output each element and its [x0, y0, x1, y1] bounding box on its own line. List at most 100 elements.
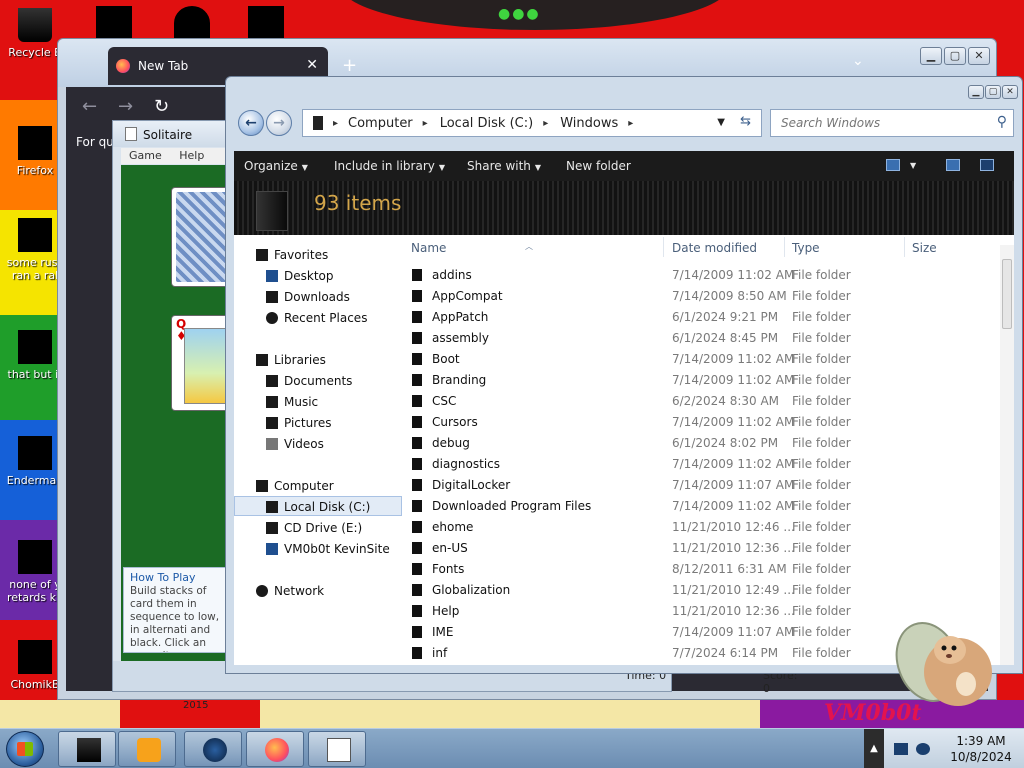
star-icon	[256, 249, 268, 261]
tray-expand-icon[interactable]: ▲	[864, 729, 884, 768]
file-type: File folder	[792, 268, 851, 282]
preview-pane-icon[interactable]	[946, 159, 960, 171]
breadcrumb-computer[interactable]: Computer	[348, 116, 413, 131]
desktop-icon-top-3[interactable]	[248, 6, 284, 40]
table-row[interactable]: addins 7/14/2009 11:02 AM File folder	[402, 265, 996, 286]
table-row[interactable]: en-US 11/21/2010 12:36 ... File folder	[402, 538, 996, 559]
address-row: ← → ▸ Computer ▸ Local Disk (C:) ▸ Windo…	[234, 107, 1014, 139]
table-row[interactable]: Fonts 8/12/2011 6:31 AM File folder	[402, 559, 996, 580]
nav-pictures[interactable]: Pictures	[234, 413, 402, 433]
taskbar-media-player[interactable]	[118, 731, 176, 767]
nav-documents[interactable]: Documents	[234, 371, 402, 391]
hamster-icon	[18, 640, 52, 674]
start-button[interactable]	[6, 731, 44, 767]
nav-favorites[interactable]: Favorites	[234, 245, 402, 265]
file-name: Downloaded Program Files	[432, 499, 592, 513]
desktop-icon-top-1[interactable]	[96, 6, 132, 40]
nav-desktop[interactable]: Desktop	[234, 266, 402, 286]
desktop-icon-top-2[interactable]	[174, 6, 210, 40]
forward-icon[interactable]: →	[118, 96, 133, 117]
scrollbar-thumb[interactable]	[1002, 259, 1012, 329]
column-size[interactable]: Size	[912, 241, 937, 255]
breadcrumb-windows[interactable]: Windows	[560, 116, 618, 131]
clock[interactable]: 1:39 AM 10/8/2024	[938, 733, 1024, 765]
nav-vm-site[interactable]: VM0b0t KevinSite	[234, 539, 402, 559]
taskbar-explorer[interactable]	[58, 731, 116, 767]
minimize-icon[interactable]: ▁	[968, 85, 984, 99]
command-bar: Organize ▼ Include in library ▼ Share with…	[234, 151, 1014, 181]
search-box[interactable]: ⚲	[770, 109, 1014, 137]
folder-icon	[313, 116, 323, 130]
new-folder-button[interactable]: New folder	[566, 159, 631, 173]
minimize-icon[interactable]: ▁	[920, 47, 942, 65]
table-row[interactable]: CSC 6/2/2024 8:30 AM File folder	[402, 391, 996, 412]
close-tab-icon[interactable]: ✕	[306, 57, 318, 73]
view-dropdown-icon[interactable]: ▼	[910, 161, 916, 170]
file-date: 7/14/2009 11:02 AM	[672, 268, 795, 282]
table-row[interactable]: assembly 6/1/2024 8:45 PM File folder	[402, 328, 996, 349]
file-name: en-US	[432, 541, 468, 555]
nav-libraries[interactable]: Libraries	[234, 350, 402, 370]
search-input[interactable]	[781, 116, 981, 130]
menu-help[interactable]: Help	[179, 149, 204, 162]
include-in-library-button[interactable]: Include in library ▼	[334, 159, 445, 173]
share-with-button[interactable]: Share with ▼	[467, 159, 541, 173]
table-row[interactable]: Downloaded Program Files 7/14/2009 11:02 …	[402, 496, 996, 517]
sort-ascending-icon: ︿	[525, 242, 533, 251]
address-dropdown-icon[interactable]: ▼	[717, 117, 725, 128]
refresh-icon[interactable]: ⇆	[740, 114, 751, 129]
nav-music[interactable]: Music	[234, 392, 402, 412]
column-name[interactable]: Name	[411, 241, 446, 255]
taskbar-firefox[interactable]	[246, 731, 304, 767]
maximize-icon[interactable]: ▢	[985, 85, 1001, 99]
new-tab-icon[interactable]: +	[342, 55, 357, 76]
table-row[interactable]: Boot 7/14/2009 11:02 AM File folder	[402, 349, 996, 370]
organize-button[interactable]: Organize ▼	[244, 159, 308, 173]
taskbar-solitaire[interactable]	[308, 731, 366, 767]
file-type: File folder	[792, 436, 851, 450]
how-to-play-text: Build stacks of card them in sequence to…	[130, 585, 220, 652]
nav-computer[interactable]: Computer	[234, 476, 402, 496]
nav-network[interactable]: Network	[234, 581, 402, 601]
menu-game[interactable]: Game	[129, 149, 162, 162]
close-icon[interactable]: ✕	[1002, 85, 1018, 99]
file-type: File folder	[792, 394, 851, 408]
help-icon[interactable]	[980, 159, 994, 171]
chevron-down-icon[interactable]: ⌄	[852, 53, 864, 69]
table-row[interactable]: DigitalLocker 7/14/2009 11:07 AM File fold…	[402, 475, 996, 496]
nav-downloads[interactable]: Downloads	[234, 287, 402, 307]
forward-arrow-icon[interactable]: →	[266, 110, 292, 136]
reload-icon[interactable]: ↻	[154, 96, 169, 117]
folder-icon	[412, 542, 422, 554]
address-bar[interactable]: ▸ Computer ▸ Local Disk (C:) ▸ Windows ▸…	[302, 109, 762, 137]
table-row[interactable]: diagnostics 7/14/2009 11:02 AM File folder	[402, 454, 996, 475]
volume-icon[interactable]	[916, 743, 930, 755]
table-row[interactable]: ehome 11/21/2010 12:46 ... File folder	[402, 517, 996, 538]
vertical-scrollbar[interactable]	[1000, 245, 1014, 665]
explorer-window[interactable]: ▁ ▢ ✕ ← → ▸ Computer ▸ Local Disk (C:) ▸…	[225, 76, 1023, 674]
breadcrumb-local-disk[interactable]: Local Disk (C:)	[440, 116, 533, 131]
folder-icon	[412, 437, 422, 449]
table-row[interactable]: AppCompat 7/14/2009 8:50 AM File folder	[402, 286, 996, 307]
back-arrow-icon[interactable]: ←	[238, 110, 264, 136]
table-row[interactable]: Branding 7/14/2009 11:02 AM File folder	[402, 370, 996, 391]
table-row[interactable]: Globalization 11/21/2010 12:49 ... File fo…	[402, 580, 996, 601]
nav-videos[interactable]: Videos	[234, 434, 402, 454]
nav-cd-drive[interactable]: CD Drive (E:)	[234, 518, 402, 538]
column-date-modified[interactable]: Date modified	[672, 241, 757, 255]
how-to-play-panel: How To Play Build stacks of card them in…	[123, 567, 233, 653]
taskbar-app[interactable]	[184, 731, 242, 767]
table-row[interactable]: Cursors 7/14/2009 11:02 AM File folder	[402, 412, 996, 433]
back-icon[interactable]: ←	[82, 96, 97, 117]
search-icon[interactable]: ⚲	[997, 114, 1007, 130]
table-row[interactable]: debug 6/1/2024 8:02 PM File folder	[402, 433, 996, 454]
file-icon	[18, 330, 52, 364]
column-type[interactable]: Type	[792, 241, 820, 255]
close-icon[interactable]: ✕	[968, 47, 990, 65]
change-view-icon[interactable]	[886, 159, 900, 171]
maximize-icon[interactable]: ▢	[944, 47, 966, 65]
action-center-icon[interactable]	[894, 743, 908, 755]
nav-recent-places[interactable]: Recent Places	[234, 308, 402, 328]
nav-local-disk[interactable]: Local Disk (C:)	[234, 496, 402, 516]
table-row[interactable]: AppPatch 6/1/2024 9:21 PM File folder	[402, 307, 996, 328]
